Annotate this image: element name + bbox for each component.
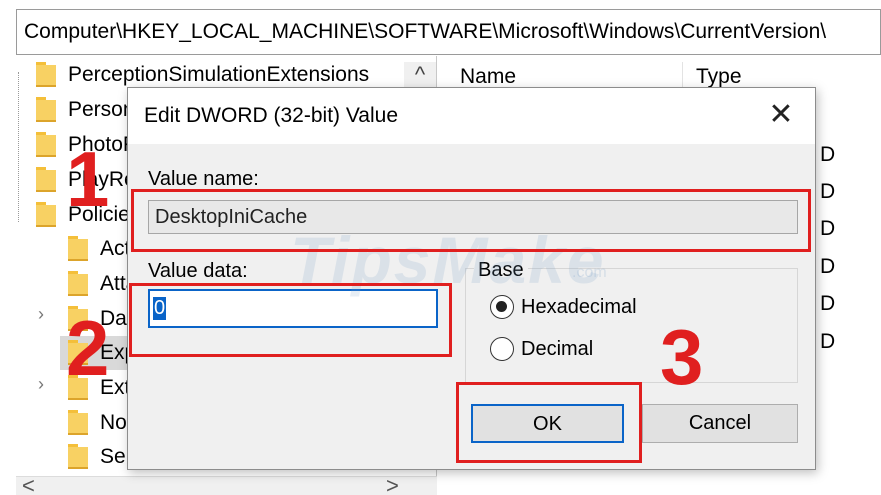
folder-icon — [36, 202, 56, 227]
decimal-label[interactable]: Decimal — [521, 338, 593, 361]
scroll-right-arrow-icon[interactable]: > — [386, 473, 399, 495]
folder-icon — [68, 410, 88, 435]
decimal-radio[interactable] — [490, 337, 514, 361]
cancel-button[interactable]: Cancel — [642, 404, 798, 443]
list-item-type: D — [820, 330, 836, 353]
value-data-label: Value data: — [148, 260, 248, 282]
list-item-type: D — [820, 255, 836, 278]
annotation-step-2: 2 — [66, 304, 110, 392]
close-icon[interactable]: ✕ — [763, 98, 799, 134]
annotation-box-ok — [456, 382, 642, 463]
folder-icon — [36, 62, 56, 87]
scroll-up-arrow-icon[interactable]: ^ — [404, 62, 436, 88]
radio-selected-dot-icon — [496, 301, 507, 312]
folder-icon — [36, 167, 56, 192]
folder-icon — [68, 271, 88, 296]
address-path: Computer\HKEY_LOCAL_MACHINE\SOFTWARE\Mic… — [24, 20, 827, 43]
column-divider[interactable] — [682, 62, 683, 90]
folder-icon — [68, 236, 88, 261]
horizontal-scrollbar[interactable]: < > — [16, 473, 437, 495]
dialog-title: Edit DWORD (32-bit) Value — [144, 104, 399, 127]
column-header-type[interactable]: Type — [696, 65, 742, 89]
scroll-left-arrow-icon[interactable]: < — [22, 473, 35, 495]
column-header-name[interactable]: Name — [460, 65, 516, 89]
annotation-step-1: 1 — [66, 135, 110, 223]
hexadecimal-radio[interactable] — [490, 295, 514, 319]
annotation-box-value-name — [131, 189, 811, 252]
list-item-type: D — [820, 180, 836, 203]
dialog-titlebar[interactable]: Edit DWORD (32-bit) Value ✕ — [128, 88, 815, 144]
expand-chevron-icon[interactable]: › — [38, 374, 44, 395]
expand-chevron-icon[interactable]: › — [38, 304, 44, 325]
address-bar[interactable]: Computer\HKEY_LOCAL_MACHINE\SOFTWARE\Mic… — [16, 9, 881, 55]
value-name-label: Value name: — [148, 168, 259, 190]
hexadecimal-label[interactable]: Hexadecimal — [521, 296, 637, 319]
tree-item-label: PerceptionSimulationExtensions — [68, 63, 370, 86]
folder-icon — [68, 444, 88, 469]
folder-icon — [36, 132, 56, 157]
list-item-type: D — [820, 292, 836, 315]
annotation-box-value-data — [129, 283, 452, 357]
list-item-type: D — [820, 217, 836, 240]
tree-connector — [18, 72, 20, 222]
list-item-type: D — [820, 143, 836, 166]
folder-icon — [36, 97, 56, 122]
watermark-suffix: .com — [572, 264, 607, 281]
annotation-step-3: 3 — [660, 313, 704, 401]
